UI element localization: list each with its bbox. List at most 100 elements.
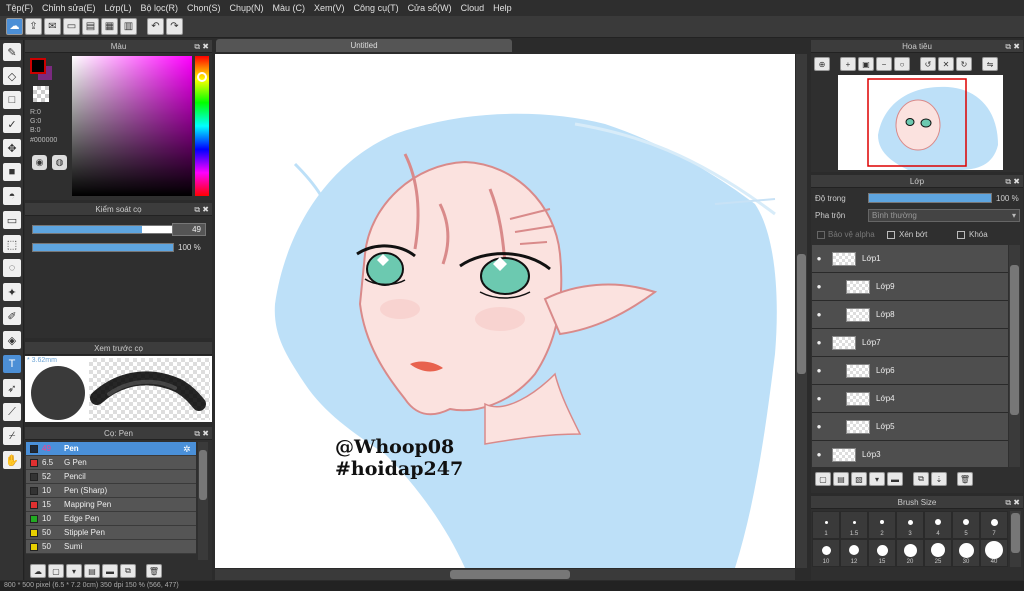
new-layer-1bit-icon[interactable]: ▧ bbox=[851, 472, 867, 486]
brush-size-preset[interactable]: 12 bbox=[840, 539, 868, 567]
delete-layer-icon[interactable]: 🗑 bbox=[957, 472, 973, 486]
gradient-tool-icon[interactable]: ▭ bbox=[3, 211, 21, 229]
menu-capture[interactable]: Chụp(N) bbox=[230, 3, 264, 13]
layer-row[interactable]: ● Lớp3 bbox=[812, 441, 1008, 467]
magic-wand-icon[interactable]: ✦ bbox=[3, 283, 21, 301]
brush-size-preset[interactable]: 7 bbox=[980, 511, 1008, 539]
brush-list-item[interactable]: 50 Stipple Pen bbox=[26, 526, 196, 540]
visibility-eye-icon[interactable]: ● bbox=[812, 282, 826, 291]
layer-row[interactable]: ● Lớp9 bbox=[812, 273, 1008, 301]
zoom-reset-icon[interactable]: ○ bbox=[894, 57, 910, 71]
brush-size-preset[interactable]: 25 bbox=[924, 539, 952, 567]
canvas-tab[interactable]: Untitled bbox=[216, 39, 512, 52]
new-layer-icon[interactable]: ▢ bbox=[815, 472, 831, 486]
layer-list-scrollbar[interactable] bbox=[1009, 245, 1020, 467]
brush-list-item[interactable]: 10 Pen (Sharp) bbox=[26, 484, 196, 498]
text-tool-icon[interactable]: T bbox=[3, 355, 21, 373]
bucket-tool-icon[interactable]: ◓ bbox=[3, 187, 21, 205]
menu-window[interactable]: Cửa sổ(W) bbox=[408, 3, 452, 13]
brush-size-preset[interactable]: 2 bbox=[868, 511, 896, 539]
menu-filter[interactable]: Bộ lọc(R) bbox=[140, 3, 178, 13]
panel-close-icon[interactable]: ⧉ ✖ bbox=[1005, 175, 1020, 188]
visibility-eye-icon[interactable]: ● bbox=[812, 394, 826, 403]
canvas-vertical-scrollbar[interactable] bbox=[796, 54, 807, 568]
brush-list-item[interactable]: 10 Edge Pen bbox=[26, 512, 196, 526]
zoom-actual-icon[interactable]: ▣ bbox=[858, 57, 874, 71]
layer-row[interactable]: ● Lớp7 bbox=[812, 329, 1008, 357]
brush-list-item[interactable]: 49 Pen bbox=[26, 442, 196, 456]
visibility-eye-icon[interactable]: ● bbox=[812, 450, 826, 459]
foreground-color-swatch[interactable] bbox=[30, 58, 46, 74]
brush-size-preset[interactable]: 10 bbox=[812, 539, 840, 567]
eraser-tool-icon[interactable]: ◇ bbox=[3, 67, 21, 85]
brush-size-preset[interactable]: 1.5 bbox=[840, 511, 868, 539]
layer-row[interactable]: ● Lớp8 bbox=[812, 301, 1008, 329]
new-brush-icon[interactable]: ▢ bbox=[48, 564, 64, 578]
menu-cloud[interactable]: Cloud bbox=[461, 3, 485, 13]
rotate-left-icon[interactable]: ↺ bbox=[920, 57, 936, 71]
brush-size-value[interactable]: 49 bbox=[172, 223, 206, 236]
brush-list-item[interactable]: 15 Mapping Pen bbox=[26, 498, 196, 512]
brush-property-icon[interactable]: ▤ bbox=[84, 564, 100, 578]
new-layer-8bit-icon[interactable]: ▤ bbox=[833, 472, 849, 486]
panel-close-icon[interactable]: ⧉ ✖ bbox=[1005, 496, 1020, 509]
divide-tool-icon[interactable]: ⟋ bbox=[3, 403, 21, 421]
select-eraser-icon[interactable]: ◈ bbox=[3, 331, 21, 349]
panel-icon[interactable]: ▥ bbox=[120, 18, 137, 35]
layer-opacity-slider[interactable] bbox=[868, 193, 992, 203]
brush-size-preset[interactable]: 4 bbox=[924, 511, 952, 539]
operation-tool-icon[interactable]: ➶ bbox=[3, 379, 21, 397]
brush-list-item[interactable]: 50 Sumi bbox=[26, 540, 196, 554]
brush-opacity-slider[interactable] bbox=[32, 243, 174, 252]
hue-cursor[interactable] bbox=[197, 72, 207, 82]
select-brush-icon[interactable]: ✐ bbox=[3, 307, 21, 325]
brush-size-preset[interactable]: 20 bbox=[896, 539, 924, 567]
visibility-eye-icon[interactable]: ● bbox=[812, 366, 826, 375]
panel-close-icon[interactable]: ⧉ ✖ bbox=[194, 427, 209, 440]
menu-color[interactable]: Màu (C) bbox=[273, 3, 306, 13]
visibility-eye-icon[interactable]: ● bbox=[812, 254, 826, 263]
duplicate-brush-icon[interactable]: ⧉ bbox=[120, 564, 136, 578]
palette-icon[interactable]: ◉ bbox=[32, 155, 47, 170]
layer-row[interactable]: ● Lớp5 bbox=[812, 413, 1008, 441]
duplicate-layer-icon[interactable]: ⧉ bbox=[913, 472, 929, 486]
rect-select-icon[interactable]: ⬚ bbox=[3, 235, 21, 253]
brush-list-scrollbar[interactable] bbox=[198, 442, 208, 560]
rotate-right-icon[interactable]: ↻ bbox=[956, 57, 972, 71]
delete-brush-icon[interactable]: 🗑 bbox=[146, 564, 162, 578]
menu-tools[interactable]: Công cụ(T) bbox=[354, 3, 399, 13]
visibility-eye-icon[interactable]: ● bbox=[812, 422, 826, 431]
zoom-fit-icon[interactable]: ⊕ bbox=[814, 57, 830, 71]
drawing-canvas[interactable]: @Whoop08 #hoidap247 bbox=[215, 54, 795, 568]
brush-settings-icon[interactable]: ✲ bbox=[183, 444, 191, 455]
undo-icon[interactable]: ↶ bbox=[147, 18, 164, 35]
merge-layer-icon[interactable]: ⇣ bbox=[931, 472, 947, 486]
brush-list-item[interactable]: 52 Pencil bbox=[26, 470, 196, 484]
menu-layer[interactable]: Lớp(L) bbox=[105, 3, 132, 13]
grid-icon[interactable]: ▦ bbox=[101, 18, 118, 35]
comment-icon[interactable]: ✉ bbox=[44, 18, 61, 35]
lock-checkbox[interactable] bbox=[957, 231, 965, 239]
add-layer-menu-icon[interactable]: ▾ bbox=[869, 472, 885, 486]
chat-icon[interactable]: ▭ bbox=[63, 18, 80, 35]
dot-tool-icon[interactable]: □ bbox=[3, 91, 21, 109]
brush-size-preset[interactable]: 3 bbox=[896, 511, 924, 539]
menu-file[interactable]: Tệp(F) bbox=[6, 3, 33, 13]
export-icon[interactable]: ⇪ bbox=[25, 18, 42, 35]
saturation-value-picker[interactable] bbox=[72, 56, 192, 196]
zoom-in-icon[interactable]: + bbox=[840, 57, 856, 71]
brush-size-scrollbar[interactable] bbox=[1010, 511, 1021, 567]
blend-mode-select[interactable]: Bình thường ▾ bbox=[868, 209, 1020, 222]
transparent-color-swatch[interactable] bbox=[33, 86, 49, 102]
canvas-horizontal-scrollbar[interactable] bbox=[215, 569, 795, 580]
brush-size-preset[interactable]: 40 bbox=[980, 539, 1008, 567]
navigator-preview[interactable] bbox=[838, 75, 1003, 170]
panel-close-icon[interactable]: ⧉ ✖ bbox=[1005, 40, 1020, 53]
color-history-icon[interactable]: ◍ bbox=[52, 155, 67, 170]
layer-row[interactable]: ● Lớp1 bbox=[812, 245, 1008, 273]
brush-list-item[interactable]: 6.5 G Pen bbox=[26, 456, 196, 470]
panel-close-icon[interactable]: ⧉ ✖ bbox=[194, 40, 209, 53]
menu-select[interactable]: Chọn(S) bbox=[187, 3, 221, 13]
document-icon[interactable]: ▤ bbox=[82, 18, 99, 35]
visibility-eye-icon[interactable]: ● bbox=[812, 338, 826, 347]
